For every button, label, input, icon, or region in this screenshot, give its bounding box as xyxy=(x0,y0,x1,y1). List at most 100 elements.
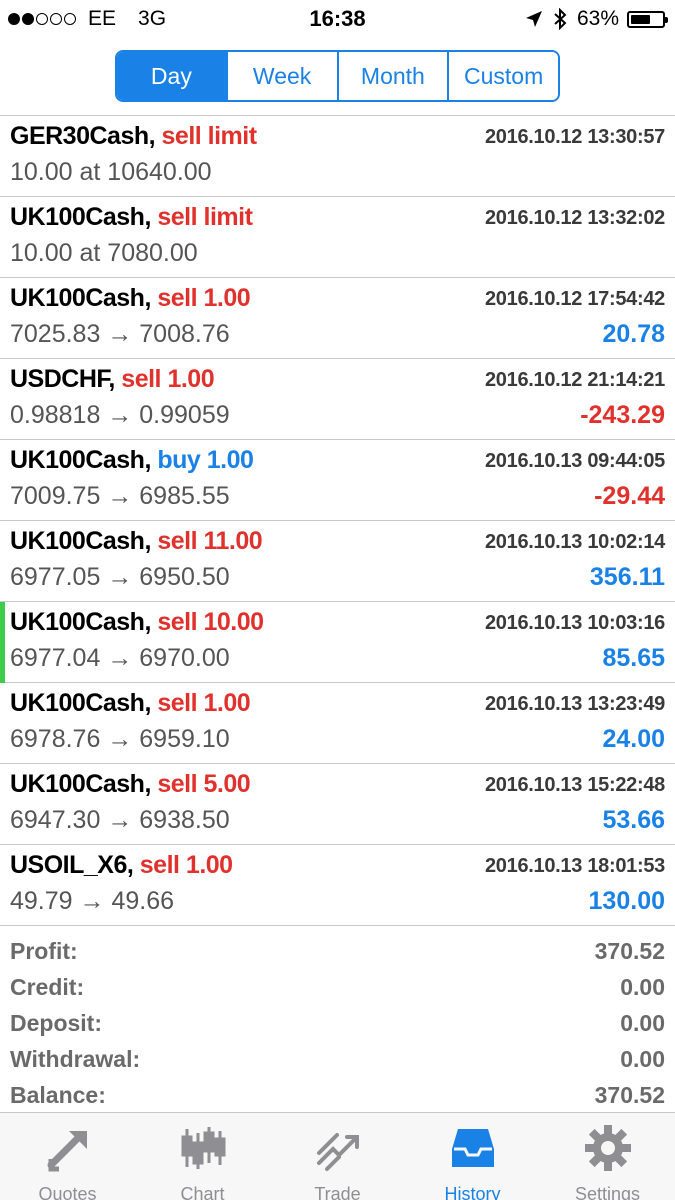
quotes-icon xyxy=(43,1123,93,1178)
battery-percentage: 63% xyxy=(576,7,619,30)
summary-row-credit: Credit: 0.00 xyxy=(0,972,675,1008)
history-screen: EE 3G 16:38 63% Day Week Month Custom GER30… xyxy=(0,0,675,1200)
order-action: sell 11.00 xyxy=(157,527,263,555)
order-time: 2016.10.13 18:01:53 xyxy=(484,855,665,877)
history-row[interactable]: UK100Cash, sell 1.00 2016.10.13 13:23:49 6… xyxy=(0,683,675,764)
order-time: 2016.10.13 09:44:05 xyxy=(484,450,665,472)
trade-icon xyxy=(313,1123,363,1178)
tab-label: Chart xyxy=(180,1184,225,1200)
order-symbol: USDCHF, xyxy=(10,365,115,393)
tab-settings[interactable]: Settings xyxy=(540,1113,675,1200)
order-detail: 6978.76 → 6959.10 xyxy=(10,725,230,753)
tab-label: Trade xyxy=(314,1184,361,1200)
order-symbol: UK100Cash, xyxy=(10,770,151,798)
tab-quotes[interactable]: Quotes xyxy=(0,1113,135,1200)
history-list: GER30Cash, sell limit 2016.10.12 13:30:57… xyxy=(0,116,675,926)
summary-label: Profit: xyxy=(10,938,78,964)
history-row[interactable]: UK100Cash, sell 10.00 2016.10.13 10:03:16… xyxy=(0,602,675,683)
summary-row-withdrawal: Withdrawal: 0.00 xyxy=(0,1044,675,1080)
summary-label: Balance: xyxy=(10,1082,106,1108)
tab-day[interactable]: Day xyxy=(117,52,226,100)
tab-bar: Quotes Chart Trade History Settings xyxy=(0,1112,675,1200)
order-detail: 6947.30 → 6938.50 xyxy=(10,806,230,834)
order-action: sell 1.00 xyxy=(139,851,233,879)
summary-value: 0.00 xyxy=(620,1010,665,1036)
order-profit: -29.44 xyxy=(594,482,665,510)
order-time: 2016.10.13 10:03:16 xyxy=(484,612,665,634)
tab-month[interactable]: Month xyxy=(336,52,448,100)
summary-value: 370.52 xyxy=(594,1082,665,1108)
order-detail: 10.00 at 10640.00 xyxy=(10,158,212,186)
order-symbol: UK100Cash, xyxy=(10,608,151,636)
order-time: 2016.10.12 13:30:57 xyxy=(484,126,665,148)
location-arrow-icon xyxy=(525,11,542,27)
order-title: GER30Cash, sell limit xyxy=(10,122,257,151)
summary-value: 370.52 xyxy=(594,938,665,964)
tab-week[interactable]: Week xyxy=(225,52,337,100)
history-row[interactable]: UK100Cash, sell 11.00 2016.10.13 10:02:14… xyxy=(0,521,675,602)
order-detail: 6977.05 → 6950.50 xyxy=(10,563,230,591)
order-detail: 7009.75 → 6985.55 xyxy=(10,482,230,510)
history-row[interactable]: UK100Cash, sell 1.00 2016.10.12 17:54:42 7… xyxy=(0,278,675,359)
order-symbol: UK100Cash, xyxy=(10,446,151,474)
order-time: 2016.10.13 13:23:49 xyxy=(484,693,665,715)
order-time: 2016.10.13 10:02:14 xyxy=(484,531,665,553)
order-profit: -243.29 xyxy=(580,401,665,429)
order-title: UK100Cash, sell 5.00 xyxy=(10,770,251,799)
order-symbol: UK100Cash, xyxy=(10,527,151,555)
order-action: sell limit xyxy=(157,203,253,231)
summary-value: 0.00 xyxy=(620,1046,665,1072)
order-profit: 85.65 xyxy=(602,644,665,672)
summary-row-balance: Balance: 370.52 xyxy=(0,1080,675,1116)
order-symbol: UK100Cash, xyxy=(10,203,151,231)
battery-icon xyxy=(627,10,668,28)
order-profit: 53.66 xyxy=(602,806,665,834)
period-segmented-control: Day Week Month Custom xyxy=(115,50,560,102)
order-action: sell 10.00 xyxy=(157,608,264,636)
order-symbol: UK100Cash, xyxy=(10,689,151,717)
order-profit: 356.11 xyxy=(589,563,665,591)
order-title: UK100Cash, sell limit xyxy=(10,203,253,232)
summary-label: Deposit: xyxy=(10,1010,102,1036)
tab-custom[interactable]: Custom xyxy=(447,52,558,100)
order-profit: 130.00 xyxy=(588,887,665,915)
tab-label: Quotes xyxy=(38,1184,97,1200)
order-time: 2016.10.12 13:32:02 xyxy=(484,207,665,229)
order-title: USDCHF, sell 1.00 xyxy=(10,365,215,394)
order-profit: 20.78 xyxy=(602,320,665,348)
order-action: sell limit xyxy=(161,122,258,150)
order-symbol: UK100Cash, xyxy=(10,284,151,312)
history-icon xyxy=(448,1123,498,1178)
order-title: UK100Cash, sell 10.00 xyxy=(10,608,264,637)
tab-label: History xyxy=(444,1184,501,1200)
chart-icon xyxy=(178,1123,228,1178)
order-action: sell 1.00 xyxy=(157,689,251,717)
tab-chart[interactable]: Chart xyxy=(135,1113,270,1200)
order-action: sell 1.00 xyxy=(157,284,251,312)
summary-label: Withdrawal: xyxy=(10,1046,141,1072)
history-row[interactable]: USDCHF, sell 1.00 2016.10.12 21:14:21 0.98… xyxy=(0,359,675,440)
order-detail: 10.00 at 7080.00 xyxy=(10,239,198,267)
order-action: buy 1.00 xyxy=(157,446,254,474)
history-row[interactable]: UK100Cash, buy 1.00 2016.10.13 09:44:05 70… xyxy=(0,440,675,521)
history-row[interactable]: UK100Cash, sell 5.00 2016.10.13 15:22:48 6… xyxy=(0,764,675,845)
order-detail: 0.98818 → 0.99059 xyxy=(10,401,230,429)
tab-trade[interactable]: Trade xyxy=(270,1113,405,1200)
order-action: sell 1.00 xyxy=(121,365,215,393)
tab-history[interactable]: History xyxy=(405,1113,540,1200)
order-time: 2016.10.12 17:54:42 xyxy=(484,288,665,310)
order-action: sell 5.00 xyxy=(157,770,251,798)
order-title: USOIL_X6, sell 1.00 xyxy=(10,851,233,880)
order-detail: 7025.83 → 7008.76 xyxy=(10,320,230,348)
history-row[interactable]: USOIL_X6, sell 1.00 2016.10.13 18:01:53 49… xyxy=(0,845,675,926)
order-time: 2016.10.12 21:14:21 xyxy=(484,369,665,391)
order-detail: 49.79 → 49.66 xyxy=(10,887,175,915)
history-row[interactable]: UK100Cash, sell limit 2016.10.12 13:32:02… xyxy=(0,197,675,278)
order-title: UK100Cash, sell 11.00 xyxy=(10,527,263,556)
history-row[interactable]: GER30Cash, sell limit 2016.10.12 13:30:57… xyxy=(0,116,675,197)
status-bar: EE 3G 16:38 63% xyxy=(0,0,675,38)
order-title: UK100Cash, sell 1.00 xyxy=(10,689,251,718)
order-time: 2016.10.13 15:22:48 xyxy=(484,774,665,796)
bluetooth-icon xyxy=(554,8,567,30)
summary-label: Credit: xyxy=(10,974,85,1000)
